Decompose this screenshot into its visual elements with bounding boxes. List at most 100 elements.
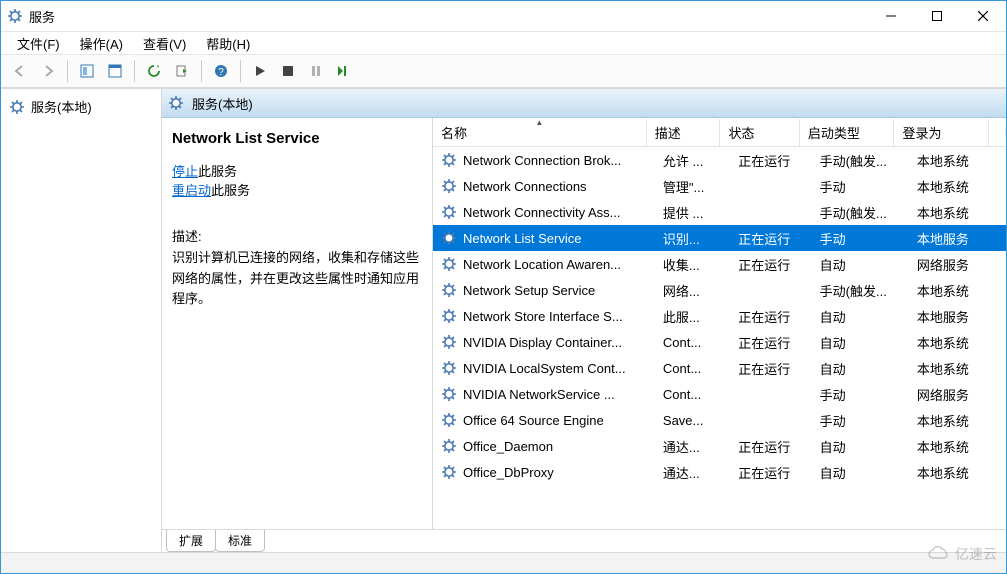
service-icon: [441, 204, 457, 220]
restart-service-link[interactable]: 重启动: [172, 183, 211, 198]
window: 服务 文件(F) 操作(A) 查看(V) 帮助(H) ?: [0, 0, 1007, 574]
menu-help[interactable]: 帮助(H): [198, 32, 258, 55]
sort-ascending-icon: ▲: [535, 119, 543, 127]
view-tabstrip: 扩展 标准: [162, 529, 1006, 552]
cell-name: Network Connection Brok...: [433, 152, 655, 168]
separator: [201, 60, 202, 82]
description-panel: Network List Service 停止此服务 重启动此服务 描述: 识别…: [162, 118, 433, 529]
service-row[interactable]: Network Connectivity Ass...提供 ...手动(触发..…: [433, 199, 1006, 225]
cell-description: Cont...: [655, 361, 730, 376]
cell-description: 识别...: [655, 229, 730, 248]
cell-status: 正在运行: [730, 333, 811, 352]
cell-name: Network List Service: [433, 230, 655, 246]
show-hide-tree-button[interactable]: [74, 58, 100, 84]
help-button[interactable]: ?: [208, 58, 234, 84]
tree-root-services[interactable]: 服务(本地): [3, 95, 159, 118]
cell-logon: 本地系统: [909, 151, 1006, 170]
cell-status: 正在运行: [730, 463, 811, 482]
titlebar[interactable]: 服务: [1, 1, 1006, 31]
cell-description: 提供 ...: [655, 203, 730, 222]
service-row[interactable]: Office_Daemon通达...正在运行自动本地系统: [433, 433, 1006, 459]
column-status[interactable]: 状态: [720, 119, 799, 146]
cell-description: 管理"...: [655, 177, 730, 196]
cell-status: 正在运行: [730, 151, 811, 170]
service-icon: [441, 308, 457, 324]
cell-description: 通达...: [655, 463, 730, 482]
cell-logon: 本地系统: [909, 333, 1006, 352]
main-body: 服务(本地) 服务(本地) Network List Service 停止此服务…: [1, 88, 1006, 552]
service-row[interactable]: Network Store Interface S...此服...正在运行自动本…: [433, 303, 1006, 329]
service-row[interactable]: Network Location Awaren...收集...正在运行自动网络服…: [433, 251, 1006, 277]
cell-name: Network Connectivity Ass...: [433, 204, 655, 220]
service-icon: [441, 282, 457, 298]
cell-startup: 自动: [812, 255, 909, 274]
column-startup[interactable]: 启动类型: [800, 119, 895, 146]
cell-logon: 网络服务: [909, 385, 1006, 404]
cell-description: Cont...: [655, 387, 730, 402]
service-icon: [441, 386, 457, 402]
cell-startup: 手动: [812, 385, 909, 404]
cell-startup: 手动: [812, 177, 909, 196]
stop-service-button[interactable]: [275, 58, 301, 84]
cell-startup: 自动: [812, 437, 909, 456]
service-icon: [441, 256, 457, 272]
service-row[interactable]: Network List Service识别...正在运行手动本地服务: [433, 225, 1006, 251]
cell-status: 正在运行: [730, 255, 811, 274]
list-header: 名称▲ 描述 状态 启动类型 登录为: [433, 118, 1006, 147]
console-tree[interactable]: 服务(本地): [1, 89, 162, 552]
cell-logon: 网络服务: [909, 255, 1006, 274]
cell-description: 通达...: [655, 437, 730, 456]
service-row[interactable]: Network Connection Brok...允许 ...正在运行手动(触…: [433, 147, 1006, 173]
cell-description: 收集...: [655, 255, 730, 274]
service-row[interactable]: NVIDIA NetworkService ...Cont...手动网络服务: [433, 381, 1006, 407]
menu-view[interactable]: 查看(V): [135, 32, 194, 55]
column-logon[interactable]: 登录为: [894, 119, 989, 146]
properties-button[interactable]: [102, 58, 128, 84]
cell-status: 正在运行: [730, 229, 811, 248]
tab-standard[interactable]: 标准: [215, 530, 265, 552]
menu-action[interactable]: 操作(A): [72, 32, 131, 55]
action-stop-line: 停止此服务: [172, 161, 422, 180]
column-name[interactable]: 名称▲: [433, 119, 647, 146]
cell-logon: 本地系统: [909, 463, 1006, 482]
column-description[interactable]: 描述: [647, 119, 721, 146]
close-button[interactable]: [960, 1, 1006, 31]
cell-description: 网络...: [655, 281, 730, 300]
service-row[interactable]: NVIDIA Display Container...Cont...正在运行自动…: [433, 329, 1006, 355]
cell-name: Office_Daemon: [433, 438, 655, 454]
tab-extended[interactable]: 扩展: [166, 530, 216, 552]
service-icon: [441, 230, 457, 246]
svg-text:?: ?: [218, 67, 224, 78]
cell-status: 正在运行: [730, 359, 811, 378]
service-icon: [441, 360, 457, 376]
cell-logon: 本地系统: [909, 281, 1006, 300]
cell-logon: 本地系统: [909, 177, 1006, 196]
cell-startup: 自动: [812, 359, 909, 378]
menu-file[interactable]: 文件(F): [9, 32, 68, 55]
service-row[interactable]: Network Setup Service网络...手动(触发...本地系统: [433, 277, 1006, 303]
cell-startup: 自动: [812, 463, 909, 482]
restart-service-button[interactable]: [331, 58, 357, 84]
service-icon: [441, 178, 457, 194]
maximize-button[interactable]: [914, 1, 960, 31]
separator: [67, 60, 68, 82]
cell-name: Network Location Awaren...: [433, 256, 655, 272]
service-icon: [441, 438, 457, 454]
services-icon: [7, 8, 23, 24]
refresh-button[interactable]: [141, 58, 167, 84]
cell-startup: 手动(触发...: [812, 151, 909, 170]
selected-service-name: Network List Service: [172, 130, 422, 147]
service-row[interactable]: NVIDIA LocalSystem Cont...Cont...正在运行自动本…: [433, 355, 1006, 381]
service-row[interactable]: Network Connections管理"...手动本地系统: [433, 173, 1006, 199]
service-row[interactable]: Office 64 Source EngineSave...手动本地系统: [433, 407, 1006, 433]
service-row[interactable]: Office_DbProxy通达...正在运行自动本地系统: [433, 459, 1006, 485]
minimize-button[interactable]: [868, 1, 914, 31]
column-spacer: [989, 128, 1006, 136]
start-service-button[interactable]: [247, 58, 273, 84]
list-rows[interactable]: Network Connection Brok...允许 ...正在运行手动(触…: [433, 147, 1006, 529]
services-icon: [168, 95, 184, 111]
statusbar: [1, 552, 1006, 573]
services-icon: [9, 99, 25, 115]
stop-service-link[interactable]: 停止: [172, 164, 198, 179]
export-button[interactable]: [169, 58, 195, 84]
